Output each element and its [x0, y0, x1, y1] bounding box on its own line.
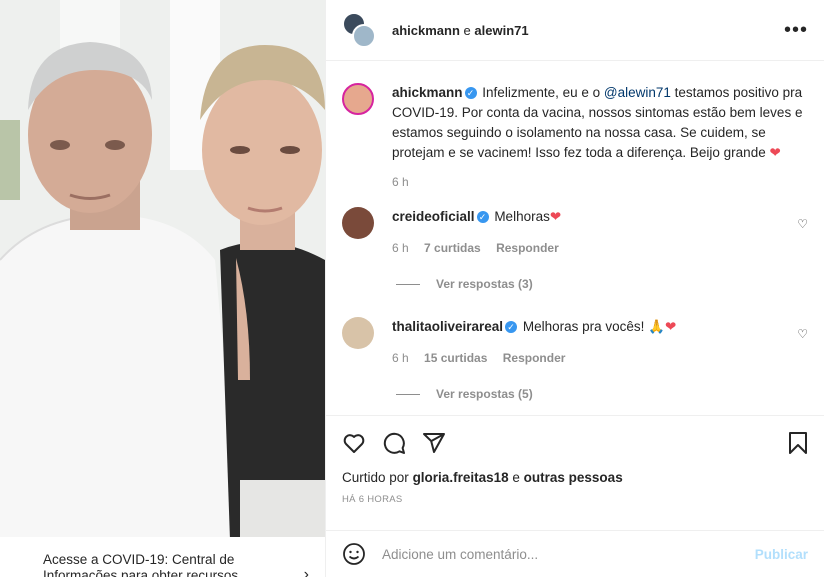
post-actions: Curtido por gloria.freitas18 e outras pe… — [326, 415, 824, 535]
save-bookmark-icon[interactable] — [788, 431, 808, 455]
publish-button[interactable]: Publicar — [755, 547, 808, 562]
likes-prefix: Curtido por — [342, 470, 409, 485]
comment-input[interactable]: Adicione um comentário... — [382, 547, 755, 562]
avatar[interactable] — [342, 83, 374, 115]
comment-meta: 6 h 7 curtidas Responder — [392, 241, 561, 255]
heart-emoji: ❤ — [769, 145, 781, 160]
comment-likes[interactable]: 7 curtidas — [424, 241, 481, 255]
comment-body: Melhoras — [494, 209, 550, 224]
liked-by-user[interactable]: gloria.freitas18 — [413, 470, 509, 485]
chevron-right-icon: › — [303, 566, 309, 577]
post-details-panel: ahickmann e alewin71 ••• ahickmann ✓ Infe… — [325, 0, 824, 577]
header-user1[interactable]: ahickmann — [392, 23, 460, 38]
post-media[interactable]: Acesse a COVID-19: Central de Informaçõe… — [0, 0, 325, 577]
collab-avatars[interactable] — [342, 12, 378, 48]
post-header: ahickmann e alewin71 ••• — [326, 0, 824, 61]
comment-text: thalitaoliveirareal ✓ Melhoras pra vocês!… — [392, 317, 676, 337]
view-replies-button[interactable]: Ver respostas (5) — [396, 387, 808, 401]
verified-badge-icon: ✓ — [464, 87, 477, 100]
comment-meta: 6 h 15 curtidas Responder — [392, 351, 676, 365]
header-conj: e — [463, 22, 471, 38]
comment-body: Melhoras pra vocês! — [522, 319, 649, 334]
verified-badge-icon: ✓ — [505, 321, 518, 334]
view-replies-label: Ver respostas (3) — [436, 277, 533, 291]
comment-likes[interactable]: 15 curtidas — [424, 351, 487, 365]
pray-heart-emoji: 🙏❤ — [648, 319, 677, 334]
collab-title: ahickmann e alewin71 — [392, 23, 529, 38]
heart-emoji: ❤ — [549, 209, 562, 224]
avatar[interactable] — [342, 317, 374, 349]
comment-item: creideoficiall ✓ Melhoras❤ 6 h 7 curtidas… — [342, 207, 808, 255]
post-caption: ahickmann ✓ Infelizmente, eu e o @alewin7… — [342, 83, 808, 189]
view-replies-label: Ver respostas (5) — [436, 387, 533, 401]
comment-time[interactable]: 6 h — [392, 351, 409, 365]
comment-bubble-icon[interactable] — [382, 431, 406, 455]
comment-username[interactable]: thalitaoliveirareal — [392, 319, 503, 334]
verified-badge-icon: ✓ — [476, 211, 489, 224]
reply-button[interactable]: Responder — [496, 241, 559, 255]
caption-time[interactable]: 6 h — [392, 175, 808, 189]
reply-button[interactable]: Responder — [503, 351, 566, 365]
header-user2[interactable]: alewin71 — [474, 23, 528, 38]
liked-by-others[interactable]: outras pessoas — [524, 470, 623, 485]
comment-text: creideoficiall ✓ Melhoras❤ — [392, 207, 561, 227]
like-comment-heart-icon[interactable]: ♡ — [797, 327, 808, 341]
caption-text: ahickmann ✓ Infelizmente, eu e o @alewin7… — [392, 83, 808, 163]
post-photo — [0, 0, 325, 577]
avatar[interactable] — [342, 207, 374, 239]
divider — [396, 283, 420, 285]
covid-banner-text: Acesse a COVID-19: Central de Informaçõe… — [43, 552, 239, 577]
comments-list: ahickmann ✓ Infelizmente, eu e o @alewin7… — [326, 61, 824, 415]
comment-time[interactable]: 6 h — [392, 241, 409, 255]
add-comment-bar: Adicione um comentário... Publicar — [326, 530, 824, 577]
covid-info-banner[interactable]: Acesse a COVID-19: Central de Informaçõe… — [0, 537, 325, 577]
post-timestamp[interactable]: HÁ 6 HORAS — [342, 494, 808, 505]
more-options-icon[interactable]: ••• — [784, 20, 808, 40]
divider — [396, 393, 420, 395]
mention-link[interactable]: @alewin71 — [604, 85, 671, 100]
emoji-smiley-icon[interactable] — [342, 542, 366, 566]
avatar — [352, 24, 376, 48]
likes-summary: Curtido por gloria.freitas18 e outras pe… — [342, 470, 808, 485]
view-replies-button[interactable]: Ver respostas (3) — [396, 277, 808, 291]
caption-username[interactable]: ahickmann — [392, 85, 463, 100]
like-heart-icon[interactable] — [342, 431, 366, 455]
likes-conj: e — [512, 470, 520, 485]
share-send-icon[interactable] — [422, 431, 446, 455]
comment-item: thalitaoliveirareal ✓ Melhoras pra vocês!… — [342, 317, 808, 365]
like-comment-heart-icon[interactable]: ♡ — [797, 217, 808, 231]
caption-text-before: Infelizmente, eu e o — [482, 85, 604, 100]
comment-username[interactable]: creideoficiall — [392, 209, 475, 224]
action-icons — [342, 430, 808, 456]
